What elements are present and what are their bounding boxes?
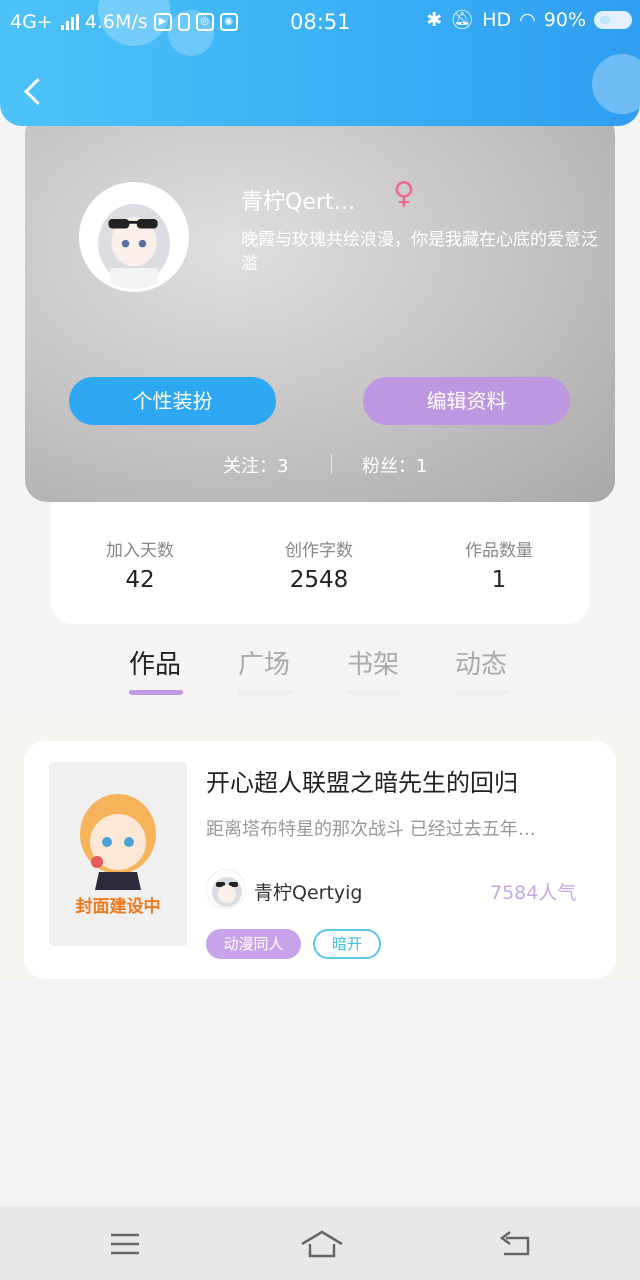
tab-activity[interactable]: 动态 [455,644,509,695]
edit-profile-button[interactable]: 编辑资料 [363,377,570,425]
profile-card: 青柠Qert… ♀ 晚霞与玫瑰共绘浪漫，你是我藏在心底的爱意泛滥 个性装扮 编辑… [25,112,615,502]
stat-works-count: 作品数量 1 [419,536,579,593]
hd-label: HD [482,8,512,31]
username: 青柠Qert… [241,190,356,215]
app-icon: ◎ [195,13,214,31]
back-button[interactable] [20,72,50,112]
home-icon[interactable] [300,1224,343,1264]
battery-percent: 90% [543,8,586,31]
popularity-count: 7584人气 [490,882,577,904]
wifi-icon: ◠ [519,8,536,31]
cover-placeholder-image [80,794,156,890]
tab-works[interactable]: 作品 [129,644,183,695]
battery-small-icon [177,13,190,31]
stat-value: 42 [125,567,155,593]
tab-bookshelf[interactable]: 书架 [347,644,401,695]
menu-icon[interactable] [105,1224,145,1264]
work-cover: 封面建设中 [49,762,187,946]
author-name: 青柠Qertyig [254,882,363,904]
tag-anime-fanfic[interactable]: 动漫同人 [206,929,301,959]
tab-underline [129,690,183,695]
divider [331,454,332,474]
nav-back-icon[interactable] [496,1224,536,1264]
avatar-image [82,185,186,289]
tag-an-kai[interactable]: 暗开 [313,929,381,959]
fans-count[interactable]: 粉丝：1 [362,452,427,478]
author-avatar [206,869,246,909]
stat-label: 创作字数 [285,541,353,561]
follow-stats: 关注：3 粉丝：1 [25,452,615,478]
tab-label: 广场 [238,650,291,680]
tab-underline [347,690,401,695]
tab-label: 书架 [347,650,400,680]
work-description: 距离塔布特星的那次战斗 已经过去五年… [206,819,536,840]
work-item[interactable]: 封面建设中 开心超人联盟之暗先生的回归 距离塔布特星的那次战斗 已经过去五年… … [24,741,616,979]
app2-icon: ◉ [219,13,238,31]
play-icon: ▶ [153,13,172,31]
status-time: 08:51 [290,10,351,34]
user-bio: 晚霞与玫瑰共绘浪漫，你是我藏在心底的爱意泛滥 [241,230,598,274]
mute-icon: 🔕︎ [450,9,475,31]
tab-label: 动态 [455,650,508,680]
stats-card: 加入天数 42 创作字数 2548 作品数量 1 [51,498,589,624]
tab-square[interactable]: 广场 [238,644,292,695]
cover-placeholder-text: 封面建设中 [75,897,161,917]
decor-bubble [592,54,640,114]
female-icon: ♀ [393,176,415,211]
system-nav-bar [0,1206,640,1280]
stat-join-days: 加入天数 42 [60,536,220,593]
avatar[interactable] [79,182,189,292]
network-label: 4G+ [10,11,53,33]
following-count[interactable]: 关注：3 [223,452,288,478]
status-bar: 4G+ 4.6M/s ▶ ◎ ◉ 08:51 ✱ 🔕︎ HD ◠ 90% [0,0,640,44]
stat-value: 2548 [289,567,349,593]
signal-icon [60,14,79,30]
stat-label: 加入天数 [106,541,174,561]
content-tabs: 作品 广场 书架 动态 [0,640,640,700]
stat-word-count: 创作字数 2548 [239,536,399,593]
work-title: 开心超人联盟之暗先生的回归 [206,769,518,797]
network-speed: 4.6M/s [84,11,148,33]
battery-icon [594,10,632,29]
author-avatar-image [212,877,242,907]
tab-underline [455,690,509,695]
tab-underline [238,690,292,695]
tab-label: 作品 [129,650,182,680]
stat-value: 1 [491,567,507,593]
dress-up-button[interactable]: 个性装扮 [69,377,276,425]
bluetooth-icon: ✱ [426,8,443,31]
stat-label: 作品数量 [465,541,533,561]
